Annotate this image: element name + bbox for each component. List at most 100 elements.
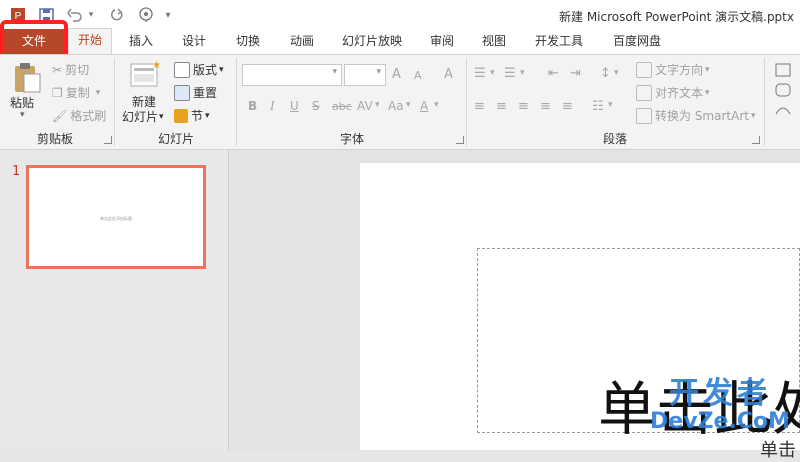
line-spacing-icon[interactable]: ↕ bbox=[600, 66, 611, 81]
layout-button[interactable]: 版式 ▾ bbox=[174, 61, 224, 78]
font-size-combo[interactable]: ▾ bbox=[344, 64, 386, 86]
grow-font-button[interactable]: A bbox=[392, 67, 401, 82]
tab-slideshow[interactable]: 幻灯片放映 bbox=[334, 30, 410, 54]
watermark-text-en: DevZe.CoM bbox=[650, 409, 790, 434]
new-slide-label-2: 幻灯片 bbox=[122, 110, 159, 124]
columns-icon[interactable]: ☷ bbox=[592, 99, 604, 114]
copy-button[interactable]: ❐ 复制 ▾ bbox=[52, 84, 100, 101]
tab-home[interactable]: 开始 bbox=[68, 28, 112, 55]
tab-transitions[interactable]: 切换 bbox=[226, 30, 270, 54]
slideshow-icon[interactable] bbox=[136, 5, 156, 25]
text-direction-button[interactable]: 文字方向 ▾ bbox=[636, 61, 710, 78]
svg-text:★: ★ bbox=[152, 60, 160, 71]
char-spacing-button[interactable]: AV bbox=[357, 99, 373, 113]
justify-icon[interactable]: ≡ bbox=[540, 99, 551, 114]
group-divider bbox=[114, 58, 115, 146]
slide-thumbnail[interactable]: 单击此处添加标题 bbox=[26, 165, 206, 269]
group-divider bbox=[764, 58, 765, 146]
thumbnail-title-text: 单击此处添加标题 bbox=[100, 216, 132, 221]
bullets-icon[interactable]: ☰ bbox=[474, 66, 486, 81]
copy-label: 复制 bbox=[65, 86, 90, 100]
tab-baidu-netdisk[interactable]: 百度网盘 bbox=[604, 30, 670, 54]
align-text-label: 对齐文本 bbox=[655, 86, 704, 100]
layout-label: 版式 bbox=[193, 63, 218, 77]
format-painter-icon: 🖌 bbox=[52, 108, 68, 123]
new-slide-dropdown-icon: ▾ bbox=[159, 111, 164, 122]
line-spacing-dropdown-icon[interactable]: ▾ bbox=[614, 68, 619, 78]
align-text-button[interactable]: 对齐文本 ▾ bbox=[636, 84, 710, 101]
cut-button[interactable]: ✂ 剪切 bbox=[52, 61, 89, 78]
bullets-dropdown-icon[interactable]: ▾ bbox=[490, 68, 495, 78]
numbering-icon[interactable]: ☰ bbox=[504, 66, 516, 81]
font-group-label: 字体 bbox=[339, 132, 364, 146]
paragraph-launcher-icon[interactable] bbox=[752, 136, 760, 144]
font-color-dropdown-icon[interactable]: ▾ bbox=[434, 100, 439, 110]
customize-toolbar-icon[interactable]: ▾ bbox=[162, 5, 174, 25]
tab-developer[interactable]: 开发工具 bbox=[526, 30, 592, 54]
section-dropdown-icon: ▾ bbox=[205, 110, 210, 121]
tab-animations[interactable]: 动画 bbox=[280, 30, 324, 54]
strikethrough-button[interactable]: S bbox=[312, 99, 320, 113]
clipboard-group-label: 剪贴板 bbox=[36, 132, 73, 146]
group-divider bbox=[236, 58, 237, 146]
reset-label: 重置 bbox=[193, 86, 218, 100]
paragraph-group-label: 段落 bbox=[602, 132, 627, 146]
reset-icon bbox=[174, 84, 190, 101]
clear-format-button[interactable]: A bbox=[444, 67, 453, 82]
paste-button[interactable]: 粘贴 bbox=[10, 94, 34, 111]
font-size-dropdown-icon[interactable]: ▾ bbox=[376, 67, 381, 77]
font-name-dropdown-icon[interactable]: ▾ bbox=[332, 67, 337, 77]
smartart-label: 转换为 SmartArt bbox=[655, 109, 749, 123]
shrink-font-button[interactable]: A bbox=[414, 69, 422, 82]
tab-view[interactable]: 视图 bbox=[472, 30, 516, 54]
redo-icon[interactable] bbox=[106, 5, 126, 25]
change-case-button[interactable]: Aa bbox=[388, 99, 404, 113]
tab-design[interactable]: 设计 bbox=[172, 30, 216, 54]
text-shadow-button[interactable]: abc bbox=[332, 100, 352, 113]
tab-review[interactable]: 审阅 bbox=[420, 30, 464, 54]
format-painter-button[interactable]: 🖌 格式刷 bbox=[52, 107, 106, 124]
group-divider bbox=[466, 58, 467, 146]
underline-button[interactable]: U bbox=[290, 99, 299, 113]
columns-dropdown-icon[interactable]: ▾ bbox=[608, 100, 613, 110]
clipboard-launcher-icon[interactable] bbox=[104, 136, 112, 144]
paste-dropdown-icon[interactable]: ▾ bbox=[20, 110, 25, 120]
new-slide-icon[interactable]: ★ bbox=[130, 60, 161, 88]
slide-number: 1 bbox=[12, 164, 21, 179]
section-label: 节 bbox=[191, 109, 204, 123]
tab-insert[interactable]: 插入 bbox=[120, 30, 162, 54]
bold-button[interactable]: B bbox=[248, 99, 257, 113]
increase-indent-icon[interactable]: ⇥ bbox=[570, 66, 581, 81]
cut-label: 剪切 bbox=[65, 63, 90, 77]
undo-dropdown-icon[interactable]: ▾ bbox=[86, 5, 96, 25]
copy-icon: ❐ bbox=[52, 85, 63, 100]
text-direction-label: 文字方向 bbox=[655, 63, 704, 77]
smartart-dropdown-icon: ▾ bbox=[750, 110, 756, 121]
section-button[interactable]: 节 ▾ bbox=[174, 107, 210, 124]
italic-button[interactable]: I bbox=[270, 99, 275, 113]
align-right-icon[interactable]: ≡ bbox=[518, 99, 529, 114]
align-text-dropdown-icon: ▾ bbox=[705, 87, 710, 98]
align-left-icon[interactable]: ≡ bbox=[474, 99, 485, 114]
decrease-indent-icon[interactable]: ⇤ bbox=[548, 66, 559, 81]
numbering-dropdown-icon[interactable]: ▾ bbox=[520, 68, 525, 78]
shapes-gallery[interactable] bbox=[774, 62, 800, 122]
new-slide-button[interactable]: 幻灯片 ▾ bbox=[122, 108, 164, 125]
section-icon bbox=[174, 108, 188, 123]
smartart-icon bbox=[636, 107, 652, 124]
distribute-icon[interactable]: ≡ bbox=[562, 99, 573, 114]
copy-dropdown-icon[interactable]: ▾ bbox=[96, 88, 101, 98]
align-center-icon[interactable]: ≡ bbox=[496, 99, 507, 114]
layout-icon bbox=[174, 61, 190, 78]
align-text-icon bbox=[636, 84, 652, 101]
font-name-combo[interactable]: ▾ bbox=[242, 64, 342, 86]
convert-smartart-button[interactable]: 转换为 SmartArt ▾ bbox=[636, 107, 756, 124]
char-spacing-dropdown-icon[interactable]: ▾ bbox=[375, 100, 380, 110]
change-case-dropdown-icon[interactable]: ▾ bbox=[406, 100, 411, 110]
paste-icon[interactable] bbox=[12, 62, 42, 94]
font-color-button[interactable]: A bbox=[420, 99, 428, 113]
watermark-logo: 开发者 DevZe.CoM bbox=[640, 378, 800, 434]
font-launcher-icon[interactable] bbox=[456, 136, 464, 144]
reset-button[interactable]: 重置 bbox=[174, 84, 217, 101]
subtitle-text[interactable]: 单击 bbox=[760, 436, 796, 462]
